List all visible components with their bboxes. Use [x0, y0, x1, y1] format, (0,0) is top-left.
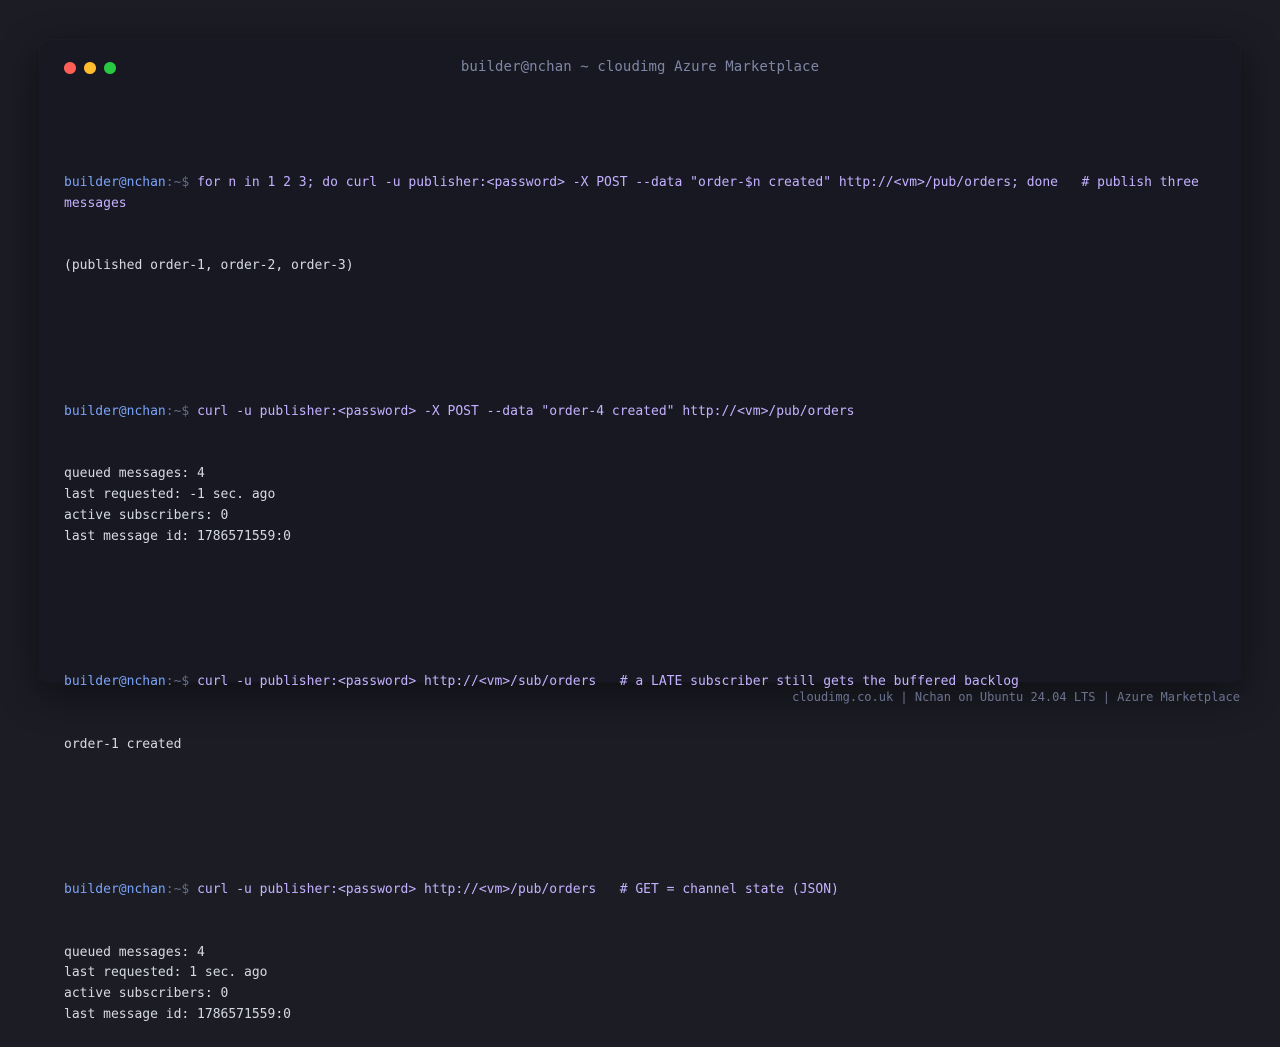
prompt-user: builder@nchan	[64, 882, 166, 898]
prompt-user: builder@nchan	[64, 674, 166, 690]
prompt-path: :~$	[165, 175, 198, 191]
prompt-path: :~$	[165, 882, 198, 898]
command-line: builder@nchan:~$ curl -u publisher:<pass…	[64, 880, 1220, 901]
output-line: queued messages: 4	[64, 466, 205, 482]
command-line: builder@nchan:~$ curl -u publisher:<pass…	[64, 402, 1220, 423]
command-text: curl -u publisher:<password> http://<vm>…	[197, 674, 1019, 690]
prompt-user: builder@nchan	[64, 175, 166, 191]
output-line: (published order-1, order-2, order-3)	[64, 258, 354, 274]
output-line: active subscribers: 0	[64, 507, 229, 523]
window-title: builder@nchan ~ cloudimg Azure Marketpla…	[460, 59, 820, 75]
output-line: last message id: 1786571559:0	[64, 528, 291, 544]
output-line: last requested: 1 sec. ago	[64, 965, 268, 981]
output-line: queued messages: 4	[64, 944, 205, 960]
terminal-output[interactable]: builder@nchan:~$ for n in 1 2 3; do curl…	[64, 90, 1220, 1047]
footer-credit: cloudimg.co.uk | Nchan on Ubuntu 24.04 L…	[792, 690, 1240, 704]
prompt-user: builder@nchan	[64, 403, 166, 419]
prompt-path: :~$	[165, 403, 198, 419]
command-block: builder@nchan:~$ curl -u publisher:<pass…	[64, 839, 1220, 1026]
terminal-window: builder@nchan ~ cloudimg Azure Marketpla…	[40, 40, 1240, 1022]
title-bar: builder@nchan ~ cloudimg Azure Marketpla…	[40, 40, 1240, 92]
output-line: order-1 created	[64, 736, 182, 752]
command-block: builder@nchan:~$ for n in 1 2 3; do curl…	[64, 132, 1220, 278]
command-text: curl -u publisher:<password> http://<vm>…	[197, 882, 839, 898]
command-line: builder@nchan:~$ for n in 1 2 3; do curl…	[64, 173, 1220, 215]
output-line: active subscribers: 0	[64, 986, 229, 1002]
command-text: for n in 1 2 3; do curl -u publisher:<pa…	[64, 175, 1207, 211]
command-block: builder@nchan:~$ curl -u publisher:<pass…	[64, 360, 1220, 547]
prompt-path: :~$	[165, 674, 198, 690]
output-line: last message id: 1786571559:0	[64, 1007, 291, 1023]
output-line: last requested: -1 sec. ago	[64, 487, 276, 503]
command-text: curl -u publisher:<password> -X POST --d…	[197, 403, 855, 419]
